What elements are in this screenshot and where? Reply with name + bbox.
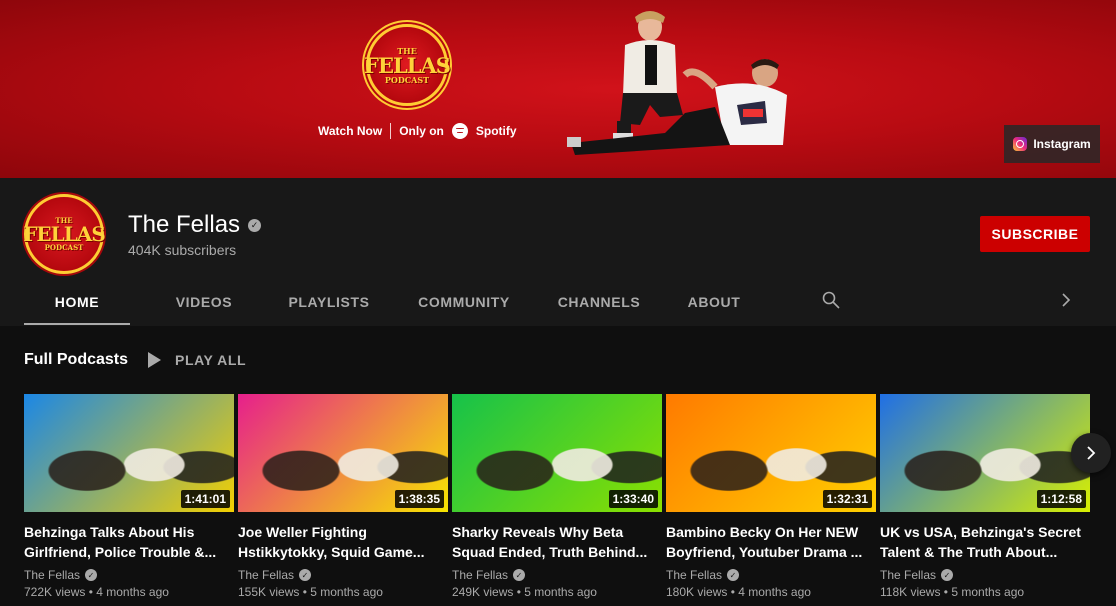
video-meta: 249K views • 5 months ago — [452, 585, 597, 599]
video-card[interactable]: 1:41:01 Behzinga Talks About His Girlfri… — [24, 394, 234, 599]
play-all-button[interactable]: PLAY ALL — [148, 350, 246, 370]
chevron-right-icon — [1087, 446, 1096, 460]
banner-spotify: Spotify — [475, 124, 517, 138]
video-thumbnail[interactable]: 1:12:58 — [880, 394, 1090, 512]
banner-podcast-logo: THE FELLAS PODCAST — [364, 24, 451, 106]
video-duration: 1:41:01 — [180, 490, 230, 508]
video-title[interactable]: Bambino Becky On Her NEW Boyfriend, Yout… — [666, 522, 876, 562]
video-card[interactable]: 1:33:40 Sharky Reveals Why Beta Squad En… — [452, 394, 662, 599]
verified-badge-icon: ✓ — [727, 569, 740, 581]
video-channel: The Fellas ✓ — [24, 568, 234, 582]
verified-badge-icon: ✓ — [248, 218, 262, 232]
verified-badge-icon: ✓ — [941, 569, 954, 581]
video-channel-name[interactable]: The Fellas — [238, 568, 294, 582]
channel-title-row: The Fellas ✓ — [128, 211, 262, 239]
tab-community[interactable]: COMMUNITY — [400, 278, 528, 326]
video-thumbnail[interactable]: 1:41:01 — [24, 394, 234, 512]
video-title[interactable]: Joe Weller Fighting Hstikkytokky, Squid … — [238, 522, 448, 562]
verified-badge-icon: ✓ — [85, 569, 98, 581]
banner-only-on: Only on — [399, 124, 444, 138]
banner-divider — [390, 123, 392, 139]
subscribe-button[interactable]: SUBSCRIBE — [980, 216, 1090, 252]
video-title[interactable]: Behzinga Talks About His Girlfriend, Pol… — [24, 522, 234, 562]
video-channel: The Fellas ✓ — [452, 568, 662, 582]
video-meta: 722K views • 4 months ago — [24, 585, 169, 599]
video-channel: The Fellas ✓ — [880, 568, 1090, 582]
video-thumbnail[interactable]: 1:32:31 — [666, 394, 876, 512]
shelf-next-button[interactable] — [1071, 433, 1111, 473]
verified-badge-icon: ✓ — [513, 569, 526, 581]
video-duration: 1:12:58 — [1036, 490, 1086, 508]
video-title[interactable]: Sharky Reveals Why Beta Squad Ended, Tru… — [452, 522, 662, 562]
video-thumbnail[interactable]: 1:38:35 — [238, 394, 448, 512]
tab-home[interactable]: HOME — [24, 278, 130, 326]
video-meta: 118K views • 5 months ago — [880, 585, 1025, 599]
video-channel: The Fellas ✓ — [238, 568, 448, 582]
video-channel-name[interactable]: The Fellas — [24, 568, 80, 582]
video-duration: 1:32:31 — [822, 490, 872, 508]
channel-avatar[interactable]: THE FELLAS PODCAST — [23, 194, 106, 274]
tab-about[interactable]: ABOUT — [670, 278, 758, 326]
avatar-logo-podcast: PODCAST — [44, 243, 84, 252]
video-channel-name[interactable]: The Fellas — [880, 568, 936, 582]
channel-name: The Fellas — [128, 211, 241, 238]
channel-banner: THE FELLAS PODCAST Watch Now Only on Spo… — [0, 0, 1116, 178]
channel-header: THE FELLAS PODCAST The Fellas ✓ 404K sub… — [0, 178, 1116, 326]
banner-tagline: Watch Now Only on Spotify — [318, 123, 517, 139]
tab-playlists[interactable]: PLAYLISTS — [274, 278, 384, 326]
avatar-logo-fellas: FELLAS — [23, 222, 106, 246]
shelf-title[interactable]: Full Podcasts — [24, 351, 128, 369]
instagram-icon — [1013, 137, 1028, 151]
video-card[interactable]: 1:12:58 UK vs USA, Behzinga's Secret Tal… — [880, 394, 1090, 599]
video-channel: The Fellas ✓ — [666, 568, 876, 582]
video-card[interactable]: 1:38:35 Joe Weller Fighting Hstikkytokky… — [238, 394, 448, 599]
home-content: Full Podcasts PLAY ALL 1:41:01 Behzinga … — [0, 326, 1116, 606]
video-meta: 180K views • 4 months ago — [666, 585, 811, 599]
spotify-icon — [451, 123, 468, 139]
video-meta: 155K views • 5 months ago — [238, 585, 383, 599]
verified-badge-icon: ✓ — [299, 569, 312, 581]
search-icon[interactable] — [822, 291, 840, 309]
instagram-link-label: Instagram — [1033, 137, 1091, 151]
tab-channels[interactable]: CHANNELS — [544, 278, 654, 326]
banner-logo-podcast: PODCAST — [384, 74, 430, 85]
video-channel-name[interactable]: The Fellas — [452, 568, 508, 582]
video-duration: 1:33:40 — [608, 490, 658, 508]
banner-watch-now: Watch Now — [318, 124, 383, 138]
instagram-link-button[interactable]: Instagram — [1004, 125, 1100, 163]
play-all-label: PLAY ALL — [175, 352, 247, 368]
tab-videos[interactable]: VIDEOS — [150, 278, 258, 326]
banner-hosts-image — [567, 11, 787, 155]
video-duration: 1:38:35 — [394, 490, 444, 508]
chevron-right-icon[interactable] — [1058, 291, 1074, 309]
play-icon — [148, 352, 161, 368]
video-card[interactable]: 1:32:31 Bambino Becky On Her NEW Boyfrie… — [666, 394, 876, 599]
video-channel-name[interactable]: The Fellas — [666, 568, 722, 582]
video-title[interactable]: UK vs USA, Behzinga's Secret Talent & Th… — [880, 522, 1090, 562]
video-thumbnail[interactable]: 1:33:40 — [452, 394, 662, 512]
channel-tabs: HOME VIDEOS PLAYLISTS COMMUNITY CHANNELS… — [24, 278, 758, 326]
subscriber-count: 404K subscribers — [128, 242, 237, 258]
banner-logo-fellas: FELLAS — [364, 52, 451, 78]
